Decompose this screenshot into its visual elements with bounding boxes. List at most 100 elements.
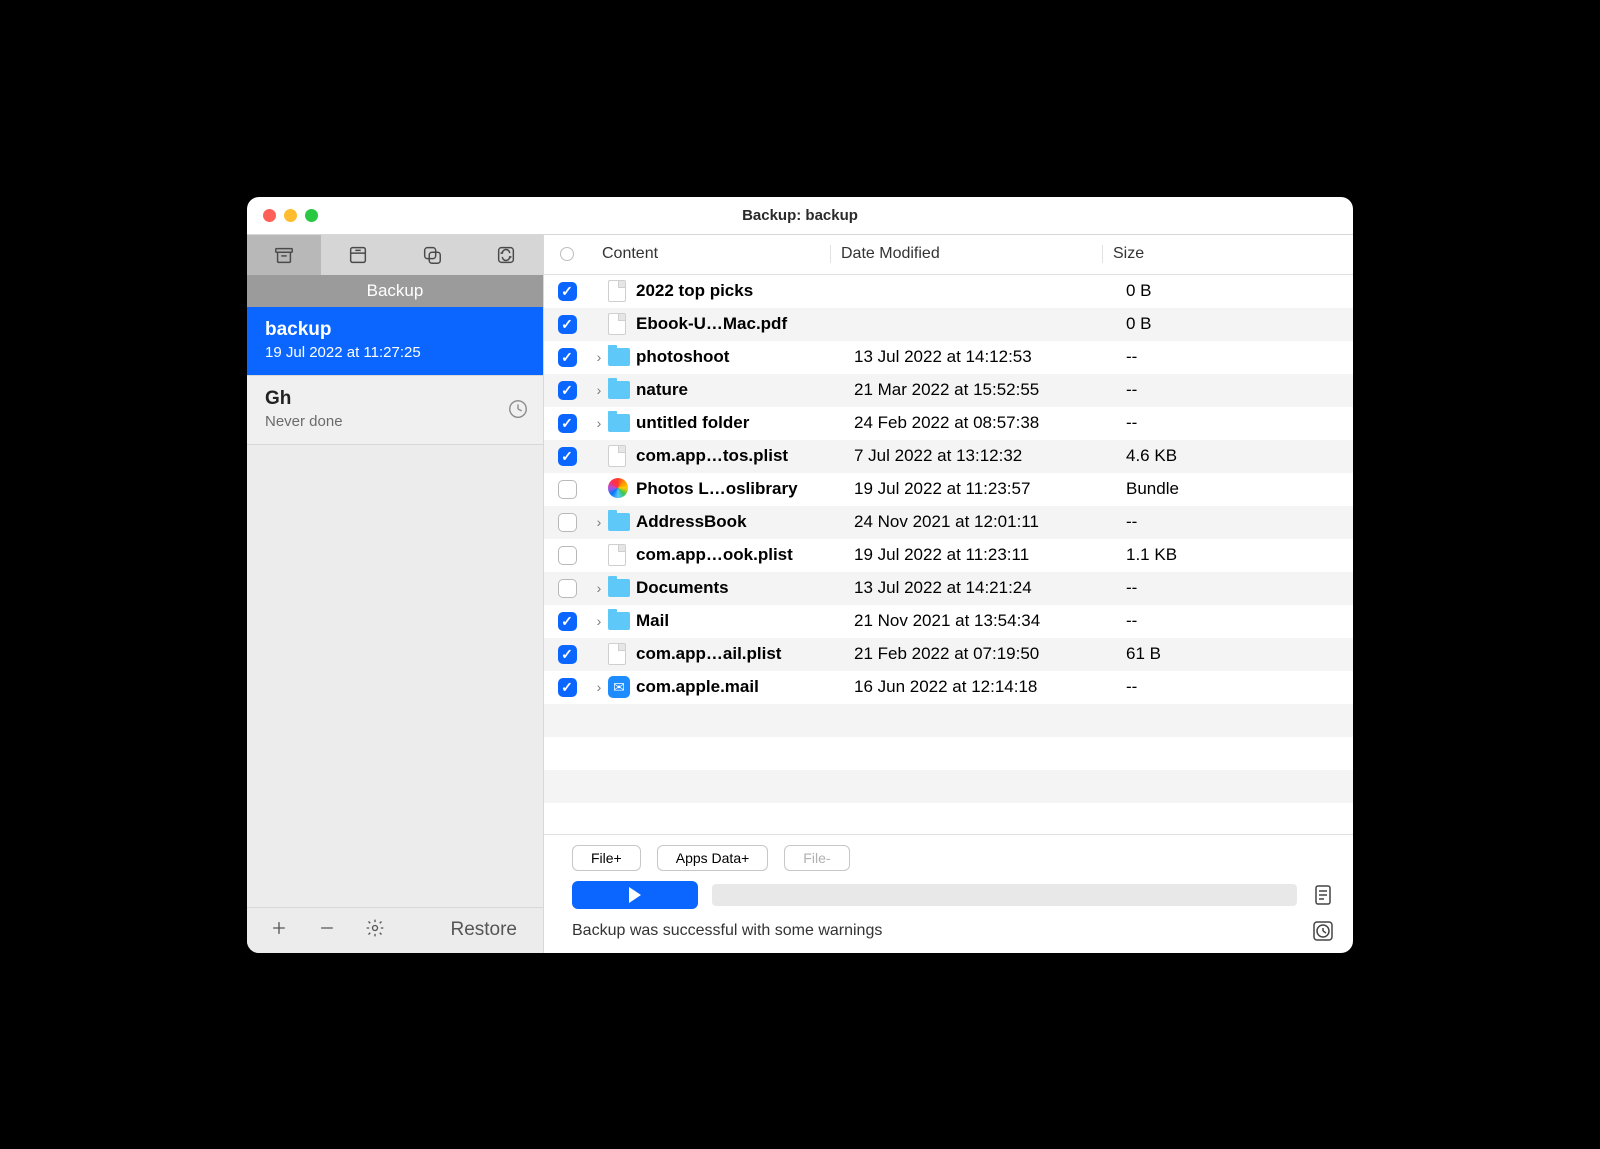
select-all-toggle[interactable] xyxy=(560,247,574,261)
row-checkbox[interactable] xyxy=(558,612,577,631)
file-icon xyxy=(608,313,630,335)
table-row[interactable]: ›untitled folder24 Feb 2022 at 08:57:38-… xyxy=(544,407,1353,440)
file-icon xyxy=(608,643,630,665)
sidebar-tab-archive[interactable] xyxy=(321,235,395,275)
sidebar-footer: Restore xyxy=(247,907,543,953)
table-row[interactable]: › Documents13 Jul 2022 at 14:21:24-- xyxy=(544,572,1353,605)
table-row xyxy=(544,704,1353,737)
disclosure-triangle[interactable]: › xyxy=(590,580,608,596)
table-row[interactable]: ›Mail21 Nov 2021 at 13:54:34-- xyxy=(544,605,1353,638)
row-size: 4.6 KB xyxy=(1116,446,1264,466)
table-row[interactable]: ›nature21 Mar 2022 at 15:52:55-- xyxy=(544,374,1353,407)
table-row[interactable]: ›photoshoot13 Jul 2022 at 14:12:53-- xyxy=(544,341,1353,374)
folder-icon xyxy=(608,379,630,401)
row-date: 19 Jul 2022 at 11:23:57 xyxy=(844,479,1116,499)
disclosure-triangle[interactable]: › xyxy=(590,514,608,530)
disclosure-triangle[interactable]: › xyxy=(590,382,608,398)
row-date: 13 Jul 2022 at 14:21:24 xyxy=(844,578,1116,598)
row-name: nature xyxy=(636,380,844,400)
table-row[interactable]: 2022 top picks 0 B xyxy=(544,275,1353,308)
remove-backup-button[interactable] xyxy=(317,918,337,943)
row-checkbox[interactable] xyxy=(558,513,577,532)
row-checkbox[interactable] xyxy=(558,282,577,301)
folder-icon xyxy=(608,610,630,632)
sidebar-header: Backup xyxy=(247,275,543,307)
sidebar-tab-sync[interactable] xyxy=(469,235,543,275)
duplicate-icon xyxy=(421,244,443,266)
row-name: com.app…tos.plist xyxy=(636,446,844,466)
table-row[interactable]: ›AddressBook24 Nov 2021 at 12:01:11-- xyxy=(544,506,1353,539)
column-date[interactable]: Date Modified xyxy=(830,245,1102,263)
folder-icon xyxy=(608,577,630,599)
row-checkbox[interactable] xyxy=(558,414,577,433)
add-backup-button[interactable] xyxy=(269,918,289,943)
row-size: 0 B xyxy=(1116,281,1264,301)
table-row[interactable]: com.app…ook.plist19 Jul 2022 at 11:23:11… xyxy=(544,539,1353,572)
table-row[interactable]: Photos L…oslibrary19 Jul 2022 at 11:23:5… xyxy=(544,473,1353,506)
sidebar-item-subtitle: 19 Jul 2022 at 11:27:25 xyxy=(265,344,525,361)
row-checkbox[interactable] xyxy=(558,447,577,466)
row-size: 1.1 KB xyxy=(1116,545,1264,565)
row-name: untitled folder xyxy=(636,413,844,433)
row-size: Bundle xyxy=(1116,479,1264,499)
row-date: 24 Nov 2021 at 12:01:11 xyxy=(844,512,1116,532)
main-panel: Content Date Modified Size 2022 top pick… xyxy=(544,235,1353,953)
disclosure-triangle[interactable]: › xyxy=(590,349,608,365)
column-size[interactable]: Size xyxy=(1102,245,1250,263)
file-table: 2022 top picks 0 B Ebook-U…Mac.pdf0 B›phot… xyxy=(544,275,1353,834)
row-size: -- xyxy=(1116,347,1264,367)
log-button[interactable] xyxy=(1311,883,1335,907)
row-checkbox[interactable] xyxy=(558,381,577,400)
bottom-bar: File+ Apps Data+ File- Backup was succes… xyxy=(544,834,1353,953)
file-plus-button[interactable]: File+ xyxy=(572,845,641,871)
row-checkbox[interactable] xyxy=(558,315,577,334)
disclosure-triangle[interactable]: › xyxy=(590,415,608,431)
apps-data-plus-button[interactable]: Apps Data+ xyxy=(657,845,769,871)
file-icon xyxy=(608,445,630,467)
table-row[interactable]: com.app…ail.plist21 Feb 2022 at 07:19:50… xyxy=(544,638,1353,671)
row-checkbox[interactable] xyxy=(558,579,577,598)
row-size: 61 B xyxy=(1116,644,1264,664)
sidebar-item-gh[interactable]: GhNever done xyxy=(247,376,543,445)
gear-icon xyxy=(365,918,385,938)
sidebar-item-name: backup xyxy=(265,319,525,341)
row-checkbox[interactable] xyxy=(558,546,577,565)
settings-button[interactable] xyxy=(365,918,385,943)
row-name: 2022 top picks xyxy=(636,281,844,301)
row-name: Documents xyxy=(636,578,844,598)
row-checkbox[interactable] xyxy=(558,678,577,697)
row-date: 21 Mar 2022 at 15:52:55 xyxy=(844,380,1116,400)
sidebar-item-backup[interactable]: backup 19 Jul 2022 at 11:27:25 xyxy=(247,307,543,376)
table-row xyxy=(544,770,1353,803)
restore-button[interactable]: Restore xyxy=(450,919,517,941)
file-icon xyxy=(608,544,630,566)
row-name: com.apple.mail xyxy=(636,677,844,697)
row-date: 24 Feb 2022 at 08:57:38 xyxy=(844,413,1116,433)
run-backup-button[interactable] xyxy=(572,881,698,909)
sidebar-list: backup 19 Jul 2022 at 11:27:25 GhNever don… xyxy=(247,307,543,907)
sidebar-tab-backups[interactable] xyxy=(247,235,321,275)
archive-box-icon xyxy=(273,244,295,266)
row-name: Mail xyxy=(636,611,844,631)
disclosure-triangle[interactable]: › xyxy=(590,613,608,629)
row-size: -- xyxy=(1116,677,1264,697)
column-content[interactable]: Content xyxy=(590,245,830,263)
schedule-button[interactable] xyxy=(1311,919,1335,943)
status-text: Backup was successful with some warnings xyxy=(572,922,882,940)
disclosure-triangle[interactable]: › xyxy=(590,679,608,695)
sidebar-tab-clone[interactable] xyxy=(395,235,469,275)
folder-icon xyxy=(608,511,630,533)
row-size: -- xyxy=(1116,578,1264,598)
table-row[interactable]: com.app…tos.plist7 Jul 2022 at 13:12:324… xyxy=(544,440,1353,473)
row-checkbox[interactable] xyxy=(558,480,577,499)
sidebar: Backup backup 19 Jul 2022 at 11:27:25 GhNe… xyxy=(247,235,544,953)
row-date: 21 Feb 2022 at 07:19:50 xyxy=(844,644,1116,664)
row-checkbox[interactable] xyxy=(558,348,577,367)
row-checkbox[interactable] xyxy=(558,645,577,664)
row-name: AddressBook xyxy=(636,512,844,532)
folder-icon xyxy=(608,412,630,434)
file-icon xyxy=(608,280,630,302)
table-row[interactable]: ›✉com.apple.mail16 Jun 2022 at 12:14:18-… xyxy=(544,671,1353,704)
table-row[interactable]: Ebook-U…Mac.pdf0 B xyxy=(544,308,1353,341)
row-name: com.app…ook.plist xyxy=(636,545,844,565)
